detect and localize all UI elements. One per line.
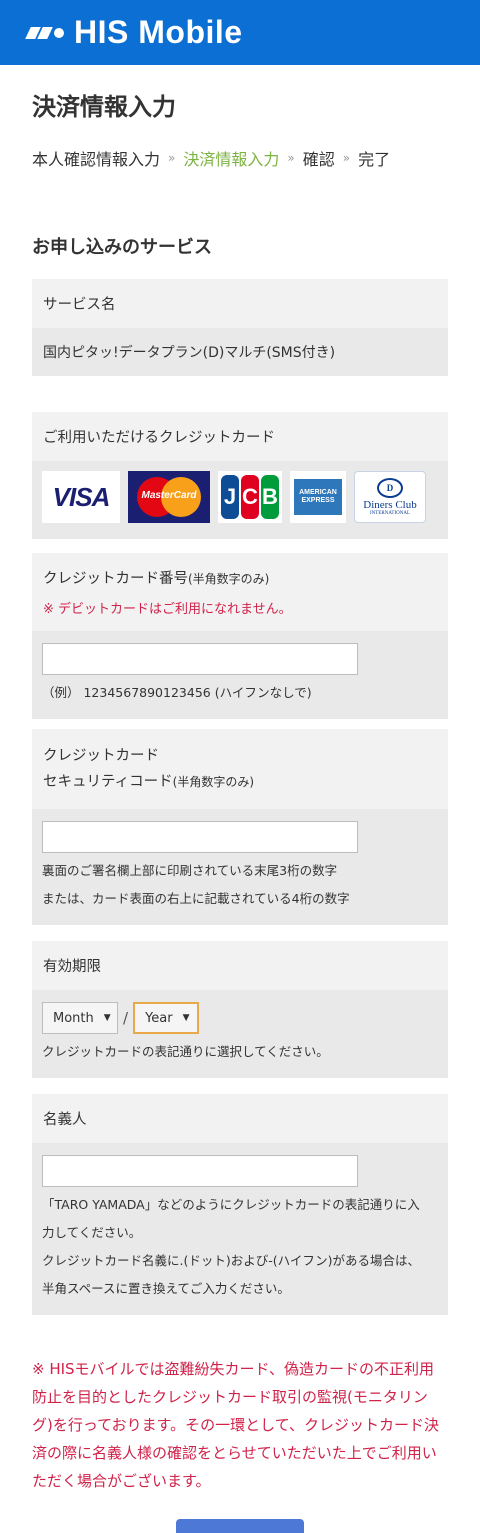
- security-code-label-line2: セキュリティコード: [43, 774, 173, 790]
- card-number-hint: （例） 1234567890123456 (ハイフンなしで): [42, 685, 312, 700]
- his-mobile-logo[interactable]: HIS Mobile: [25, 14, 243, 51]
- card-number-box: クレジットカード番号(半角数字のみ) ※ デビットカードはご利用になれません。 …: [32, 553, 448, 719]
- holder-label: 名義人: [43, 1112, 87, 1128]
- caret-down-icon: ▼: [103, 1013, 111, 1023]
- security-code-hint-1: 裏面のご署名欄上部に印刷されている末尾3桁の数字: [42, 863, 338, 878]
- brand-name: HIS Mobile: [74, 14, 243, 50]
- card-number-note: (半角数字のみ): [188, 572, 270, 586]
- holder-hint-1: 「TARO YAMADA」などのようにクレジットカードの表記通りに入: [42, 1197, 420, 1212]
- expiry-year-select[interactable]: Year ▼: [133, 1002, 200, 1034]
- holder-body: 「TARO YAMADA」などのようにクレジットカードの表記通りに入 力してくだ…: [32, 1143, 448, 1315]
- expiry-body: Month ▼ / Year ▼ クレジットカードの表記通りに選択してください。: [32, 990, 448, 1078]
- expiry-month-select[interactable]: Month ▼: [42, 1002, 118, 1034]
- chevron-right-icon: »: [342, 151, 351, 165]
- security-code-label-area: クレジットカード セキュリティコード(半角数字のみ): [32, 729, 448, 809]
- expiry-box: 有効期限 Month ▼ / Year ▼ クレジットカードの表記通りに選択してくだ…: [32, 941, 448, 1078]
- security-code-input[interactable]: [42, 821, 358, 853]
- section-title: お申し込みのサービス: [32, 237, 212, 258]
- holder-hint-2: 力してください。: [42, 1225, 142, 1240]
- expiry-separator: /: [123, 1009, 129, 1027]
- debit-card-warning: ※ デビットカードはご利用になれません。: [43, 602, 292, 617]
- logo-mark-icon: [25, 26, 66, 39]
- breadcrumb: 本人確認情報入力 » 決済情報入力 » 確認 » 完了: [32, 143, 448, 173]
- holder-hint-4: 半角スペースに置き換えてご入力ください。: [42, 1281, 290, 1296]
- accepted-cards-label: ご利用いただけるクレジットカード: [43, 430, 275, 446]
- amex-logo: AMERICAN EXPRESS: [290, 471, 346, 523]
- mastercard-logo: MasterCard: [128, 471, 210, 523]
- service-name-label: サービス名: [43, 297, 116, 313]
- card-number-label: クレジットカード番号: [43, 571, 188, 587]
- card-number-input[interactable]: [42, 643, 358, 675]
- security-code-note: (半角数字のみ): [172, 775, 255, 789]
- expiry-month-value: Month: [53, 1010, 94, 1026]
- step-payment-info: 決済情報入力: [183, 150, 280, 169]
- next-button[interactable]: 次へ: [176, 1519, 304, 1533]
- fraud-monitoring-notice: ※ HISモバイルでは盗難紛失カード、偽造カードの不正利用 防止を目的としたクレ…: [32, 1360, 439, 1490]
- expiry-hint: クレジットカードの表記通りに選択してください。: [42, 1044, 329, 1059]
- chevron-right-icon: »: [287, 151, 295, 165]
- expiry-label: 有効期限: [43, 959, 101, 975]
- security-code-label-line1: クレジットカード: [43, 748, 159, 764]
- diners-club-logo: D Diners Club INTERNATIONAL: [354, 471, 426, 523]
- caret-down-icon: ▼: [182, 1013, 190, 1023]
- jcb-logo: J C B: [218, 471, 282, 523]
- chevron-right-icon: »: [168, 151, 176, 165]
- holder-box: 名義人 「TARO YAMADA」などのようにクレジットカードの表記通りに入 力…: [32, 1094, 448, 1315]
- holder-hint-3: クレジットカード名義に.(ドット)および-(ハイフン)がある場合は、: [42, 1253, 420, 1268]
- service-box: サービス名 国内ピタッ!データプラン(D)マルチ(SMS付き): [32, 279, 448, 376]
- security-code-body: 裏面のご署名欄上部に印刷されている末尾3桁の数字 または、カード表面の右上に記載…: [32, 809, 448, 925]
- accepted-cards-box: ご利用いただけるクレジットカード VISA MasterCard J C B A…: [32, 412, 448, 539]
- step-confirm: 確認: [302, 150, 335, 169]
- visa-logo: VISA: [42, 471, 120, 523]
- step-personal-info: 本人確認情報入力: [32, 150, 161, 169]
- page-title: 決済情報入力: [32, 93, 176, 121]
- service-name-value: 国内ピタッ!データプラン(D)マルチ(SMS付き): [32, 328, 448, 376]
- card-logos: VISA MasterCard J C B AMERICAN EXPRESS D …: [32, 461, 448, 539]
- holder-name-input[interactable]: [42, 1155, 358, 1187]
- step-complete: 完了: [358, 150, 391, 169]
- card-number-body: （例） 1234567890123456 (ハイフンなしで): [32, 631, 448, 719]
- card-number-label-area: クレジットカード番号(半角数字のみ) ※ デビットカードはご利用になれません。: [32, 553, 448, 631]
- expiry-year-value: Year: [145, 1010, 173, 1026]
- security-code-box: クレジットカード セキュリティコード(半角数字のみ) 裏面のご署名欄上部に印刷さ…: [32, 729, 448, 925]
- site-header: HIS Mobile: [0, 0, 480, 65]
- security-code-hint-2: または、カード表面の右上に記載されている4桁の数字: [42, 891, 350, 906]
